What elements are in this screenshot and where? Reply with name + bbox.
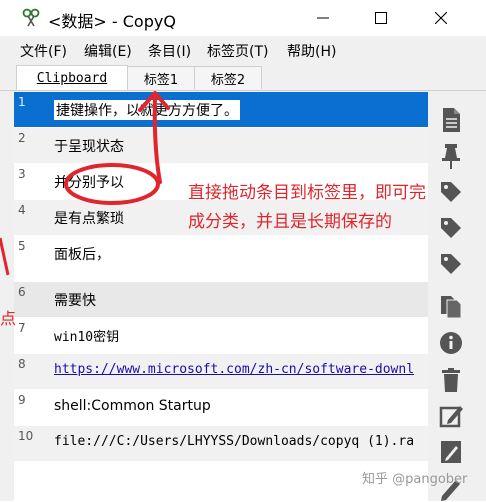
list-item[interactable]: 5 面板后， bbox=[14, 236, 428, 271]
tag-icon[interactable] bbox=[438, 250, 464, 278]
list-item[interactable]: 6 需要快 bbox=[14, 282, 428, 317]
close-button[interactable] bbox=[414, 0, 468, 36]
tab-bar: Clipboard 标签1 标签2 bbox=[0, 63, 486, 91]
copyq-window: <数据> - CopyQ 文件(F) 编辑(E) 条目(I) 标签页(T) 帮助… bbox=[0, 0, 486, 501]
item-text: 并分别予以 bbox=[54, 175, 124, 191]
tab-label2[interactable]: 标签2 bbox=[194, 66, 262, 89]
copy-icon[interactable] bbox=[438, 292, 464, 320]
copyq-logo-icon bbox=[22, 8, 40, 27]
trash-icon[interactable] bbox=[438, 366, 464, 394]
menu-help[interactable]: 帮助(H) bbox=[287, 41, 336, 61]
list-item[interactable]: 9 shell:Common Startup bbox=[14, 390, 428, 425]
edit-icon[interactable] bbox=[438, 402, 464, 430]
item-text: 面板后， bbox=[54, 247, 110, 263]
minimize-icon bbox=[317, 17, 329, 19]
tag-icon[interactable] bbox=[438, 178, 464, 206]
clipboard-item-list[interactable]: 1 捷键操作，以就更方方便了。 2 于呈现状态 3 并分别予以 4 是有点繁琐 … bbox=[14, 92, 428, 501]
item-number: 7 bbox=[18, 321, 26, 335]
list-item[interactable]: 10 file:///C:/Users/LHYYSS/Downloads/cop… bbox=[14, 426, 428, 461]
maximize-icon bbox=[375, 12, 387, 24]
annotation-left-mark: 点 bbox=[0, 309, 17, 328]
item-text: 需要快 bbox=[54, 293, 96, 309]
item-number: 9 bbox=[18, 393, 26, 407]
item-number: 8 bbox=[18, 357, 26, 371]
close-icon bbox=[435, 12, 447, 24]
item-text: 于呈现状态 bbox=[54, 139, 124, 155]
item-text: win10密钥 bbox=[54, 330, 120, 345]
item-number: 4 bbox=[18, 203, 26, 217]
list-item[interactable]: 7 win10密钥 bbox=[14, 318, 428, 353]
pin-icon[interactable] bbox=[438, 142, 464, 170]
minimize-button[interactable] bbox=[296, 0, 350, 36]
menu-tabs[interactable]: 标签页(T) bbox=[207, 41, 268, 61]
list-item[interactable]: 8 https://www.microsoft.com/zh-cn/softwa… bbox=[14, 354, 428, 389]
annotation-text-line2: 成分类，并且是长期保存的 bbox=[188, 212, 392, 232]
watermark: 知乎 @pangober bbox=[362, 472, 468, 487]
item-link[interactable]: https://www.microsoft.com/zh-cn/software… bbox=[54, 362, 414, 377]
item-number: 1 bbox=[18, 95, 26, 109]
menu-file[interactable]: 文件(F) bbox=[20, 41, 67, 61]
tag-icon[interactable] bbox=[438, 214, 464, 242]
list-item[interactable]: 1 捷键操作，以就更方方便了。 bbox=[14, 92, 428, 127]
item-number: 3 bbox=[18, 167, 26, 181]
menu-item[interactable]: 条目(I) bbox=[148, 41, 191, 61]
maximize-button[interactable] bbox=[354, 0, 408, 36]
item-text: 是有点繁琐 bbox=[54, 211, 124, 227]
list-item[interactable]: 2 于呈现状态 bbox=[14, 128, 428, 163]
item-text: 捷键操作，以就更方方便了。 bbox=[54, 100, 240, 120]
document-icon[interactable] bbox=[438, 106, 464, 134]
item-toolbar bbox=[432, 92, 472, 501]
window-title: <数据> - CopyQ bbox=[48, 12, 176, 31]
title-bar: <数据> - CopyQ bbox=[0, 0, 486, 36]
item-text: file:///C:/Users/LHYYSS/Downloads/copyq … bbox=[54, 434, 415, 449]
item-number: 5 bbox=[18, 239, 26, 253]
item-number: 2 bbox=[18, 131, 26, 145]
info-icon[interactable] bbox=[438, 329, 464, 357]
annotation-text-line1: 直接拖动条目到标签里，即可完 bbox=[188, 183, 426, 203]
menu-bar: 文件(F) 编辑(E) 条目(I) 标签页(T) 帮助(H) bbox=[0, 38, 486, 62]
item-text: shell:Common Startup bbox=[54, 398, 211, 414]
pencil-icon[interactable] bbox=[438, 438, 464, 466]
tab-clipboard[interactable]: Clipboard bbox=[16, 65, 128, 90]
item-number: 10 bbox=[18, 429, 34, 443]
menu-edit[interactable]: 编辑(E) bbox=[84, 41, 132, 61]
item-number: 6 bbox=[18, 285, 26, 299]
tab-label1[interactable]: 标签1 bbox=[127, 66, 195, 89]
